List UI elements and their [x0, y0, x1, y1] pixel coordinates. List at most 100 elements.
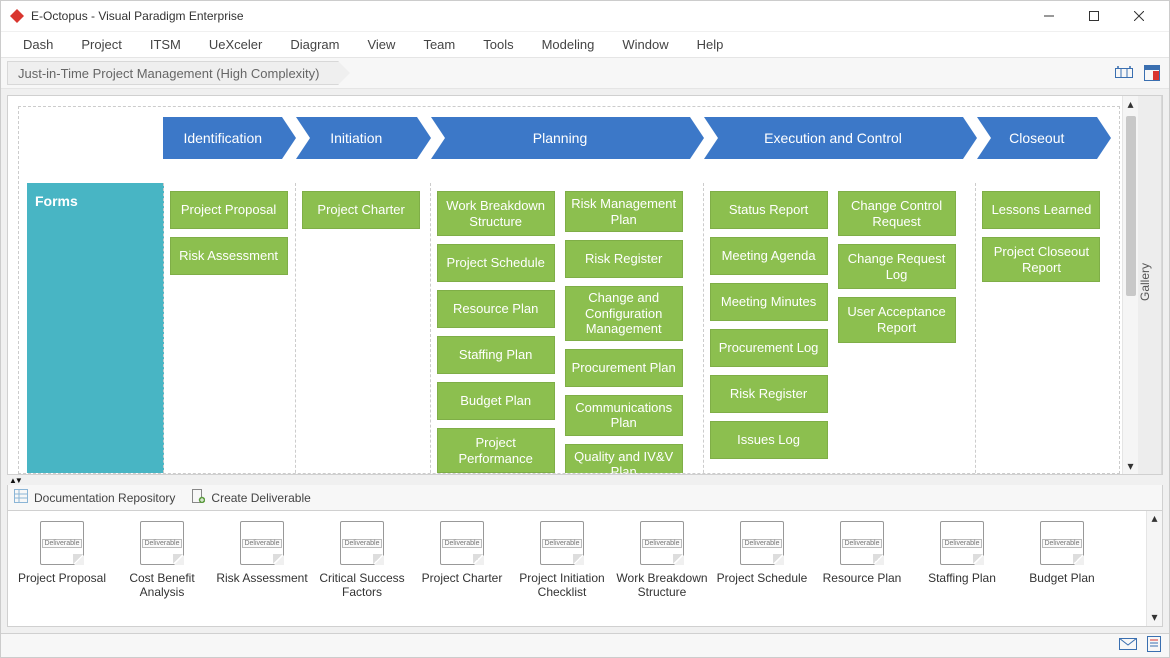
scroll-thumb[interactable] [1126, 116, 1136, 296]
app-window: E-Octopus - Visual Paradigm Enterprise D… [0, 0, 1170, 658]
splitter-handle-icon: ▲▼ [9, 476, 21, 485]
scroll-down-icon[interactable]: ▾ [1123, 458, 1138, 474]
deliverable-label: Resource Plan [823, 571, 902, 585]
breadcrumb-bar: Just-in-Time Project Management (High Co… [1, 57, 1169, 89]
deliverable-item[interactable]: DeliverableCritical Success Factors [312, 521, 412, 600]
phase-body-identification: Project Proposal Risk Assessment [164, 183, 297, 474]
deliverable-label: Project Charter [422, 571, 503, 585]
vertical-scrollbar[interactable]: ▴ ▾ [1122, 96, 1138, 474]
deliverable-item[interactable]: DeliverableResource Plan [812, 521, 912, 585]
layout-tool-icon[interactable] [1113, 62, 1135, 84]
deliverable-label: Budget Plan [1029, 571, 1094, 585]
document-icon: Deliverable [240, 521, 284, 565]
repository-toolbar: Documentation Repository Create Delivera… [7, 485, 1163, 511]
panel-tool-icon[interactable] [1141, 62, 1163, 84]
menu-diagram[interactable]: Diagram [276, 33, 353, 56]
deliverable-item[interactable]: DeliverableProject Proposal [12, 521, 112, 585]
form-card[interactable]: Work Breakdown Structure [437, 191, 555, 236]
form-card[interactable]: Communications Plan [565, 395, 683, 436]
form-card[interactable]: Lessons Learned [982, 191, 1100, 229]
note-icon[interactable] [1147, 636, 1161, 655]
canvas-frame: Identification Initiation Planning Executio… [7, 95, 1163, 475]
form-card[interactable]: Status Report [710, 191, 828, 229]
create-deliverable-button[interactable]: Create Deliverable [191, 489, 310, 506]
document-icon: Deliverable [1040, 521, 1084, 565]
deliverable-item[interactable]: DeliverableProject Schedule [712, 521, 812, 585]
menu-uexceler[interactable]: UeXceler [195, 33, 276, 56]
deliverable-item[interactable]: DeliverableProject Charter [412, 521, 512, 585]
menu-dash[interactable]: Dash [9, 33, 67, 56]
menu-view[interactable]: View [353, 33, 409, 56]
titlebar: E-Octopus - Visual Paradigm Enterprise [1, 1, 1169, 31]
document-icon: Deliverable [40, 521, 84, 565]
deliverable-item[interactable]: DeliverableCost Benefit Analysis [112, 521, 212, 600]
maximize-button[interactable] [1071, 2, 1116, 30]
scroll-up-icon[interactable]: ▴ [1123, 96, 1138, 112]
form-card[interactable]: Meeting Minutes [710, 283, 828, 321]
form-card[interactable]: Risk Assessment [170, 237, 288, 275]
phase-header-initiation[interactable]: Initiation [296, 117, 417, 159]
form-card[interactable]: Procurement Log [710, 329, 828, 367]
deliverable-label: Risk Assessment [216, 571, 307, 585]
menu-team[interactable]: Team [409, 33, 469, 56]
phase-header-planning[interactable]: Planning [431, 117, 690, 159]
row-label-forms[interactable]: Forms [27, 183, 164, 474]
deliverable-item[interactable]: Deliverable Budget Plan [1012, 521, 1112, 585]
form-card[interactable]: Project Proposal [170, 191, 288, 229]
splitter[interactable]: ▲▼ [7, 475, 1163, 485]
deliverable-item[interactable]: Deliverable Risk Assessment [212, 521, 312, 585]
form-card[interactable]: Meeting Agenda [710, 237, 828, 275]
doc-repo-label: Documentation Repository [34, 491, 175, 505]
phase-body-execution: Status Report Meeting Agenda Meeting Minut… [704, 183, 977, 474]
deliverable-item[interactable]: DeliverableProject Initiation Checklist [512, 521, 612, 600]
documentation-repository-button[interactable]: Documentation Repository [14, 489, 175, 506]
deliverable-item[interactable]: DeliverableWork Breakdown Structure [612, 521, 712, 600]
deliverable-item[interactable]: DeliverableStaffing Plan [912, 521, 1012, 585]
menu-tools[interactable]: Tools [469, 33, 527, 56]
deliverables-list: DeliverableProject ProposalDeliverableCo… [8, 511, 1146, 626]
deliverables-strip: DeliverableProject ProposalDeliverableCo… [7, 511, 1163, 627]
form-card[interactable]: Change Control Request [838, 191, 956, 236]
form-card[interactable]: Procurement Plan [565, 349, 683, 387]
form-card[interactable]: Project Schedule [437, 244, 555, 282]
form-card[interactable]: Risk Management Plan [565, 191, 683, 232]
form-card[interactable]: Budget Plan [437, 382, 555, 420]
deliverables-scrollbar[interactable]: ▴ ▾ [1146, 511, 1162, 626]
minimize-button[interactable] [1026, 2, 1071, 30]
deliverable-label: Project Schedule [717, 571, 808, 585]
gallery-tab[interactable]: Gallery [1138, 96, 1162, 474]
mail-icon[interactable] [1119, 638, 1137, 653]
form-card[interactable]: Change and Configuration Management [565, 286, 683, 341]
phase-header-execution[interactable]: Execution and Control [704, 117, 963, 159]
scroll-up-icon[interactable]: ▴ [1151, 511, 1157, 527]
form-card[interactable]: Staffing Plan [437, 336, 555, 374]
breadcrumb-label: Just-in-Time Project Management (High Co… [18, 66, 320, 81]
form-card[interactable]: Risk Register [565, 240, 683, 278]
form-card[interactable]: Quality and IV&V Plan [565, 444, 683, 474]
deliverable-label: Critical Success Factors [312, 571, 412, 600]
scroll-down-icon[interactable]: ▾ [1151, 610, 1157, 626]
document-icon: Deliverable [140, 521, 184, 565]
form-card[interactable]: Issues Log [710, 421, 828, 459]
menu-project[interactable]: Project [67, 33, 135, 56]
diagram-canvas[interactable]: Identification Initiation Planning Executio… [18, 106, 1120, 474]
gallery-label: Gallery [1138, 263, 1152, 301]
form-card[interactable]: Project Performance [437, 428, 555, 473]
phase-header-identification[interactable]: Identification [163, 117, 282, 159]
breadcrumb[interactable]: Just-in-Time Project Management (High Co… [7, 61, 339, 85]
deliverable-label: Work Breakdown Structure [612, 571, 712, 600]
menu-window[interactable]: Window [608, 33, 682, 56]
form-card[interactable]: Change Request Log [838, 244, 956, 289]
statusbar [1, 633, 1169, 657]
form-card[interactable]: Resource Plan [437, 290, 555, 328]
close-button[interactable] [1116, 2, 1161, 30]
form-card[interactable]: Project Charter [302, 191, 420, 229]
form-card[interactable]: Risk Register [710, 375, 828, 413]
menu-itsm[interactable]: ITSM [136, 33, 195, 56]
phase-header-closeout[interactable]: Closeout [977, 117, 1098, 159]
menu-modeling[interactable]: Modeling [528, 33, 609, 56]
form-card[interactable]: Project Closeout Report [982, 237, 1100, 282]
menu-help[interactable]: Help [683, 33, 738, 56]
form-card[interactable]: User Acceptance Report [838, 297, 956, 342]
window-title: E-Octopus - Visual Paradigm Enterprise [31, 9, 1026, 23]
